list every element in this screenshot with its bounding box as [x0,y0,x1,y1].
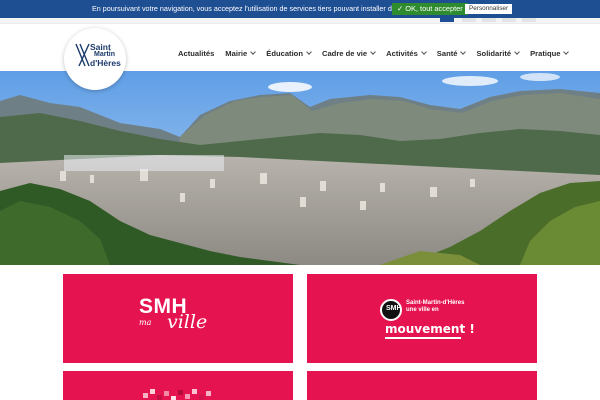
cookie-banner-text: En poursuivant votre navigation, vous ac… [92,4,426,13]
nav-item-label: Éducation [266,48,303,58]
mouvement-line-3: mouvement ! [385,322,475,336]
chevron-down-icon [563,48,570,55]
nav-item-cadre-de-vie[interactable]: Cadre de vie [321,47,376,59]
logo-text: Saint Martin d'Hères [90,42,124,68]
nav-item-solidarite[interactable]: Solidarité [476,47,520,59]
nav-item-mairie[interactable]: Mairie [225,47,257,59]
page: En poursuivant votre navigation, vous ac… [0,0,600,400]
nav-item-label: Solidarité [476,48,512,58]
nav-item-label: Mairie [225,48,248,58]
accessibility-icon[interactable] [440,18,454,22]
logo-line-3: d'Hères [90,58,121,68]
nav-item-label: Actualités [178,48,215,58]
chevron-down-icon [250,48,257,55]
cookie-banner: En poursuivant votre navigation, vous ac… [0,0,600,18]
nav-item-sante[interactable]: Santé [436,47,467,59]
smh-accent: ville [167,311,208,333]
pixel-mosaic-icon [143,389,211,400]
mouvement-line-2: une ville en [406,307,439,313]
nav-item-pratique[interactable]: Pratique [530,47,570,59]
smh-badge-icon: SMH [380,299,402,321]
tile-ville-en-mouvement[interactable]: SMH Saint-Martin-d'Hères une ville en mo… [307,274,537,363]
twitter-icon[interactable] [482,18,496,22]
tile-3[interactable] [63,371,293,400]
chevron-down-icon [514,48,520,55]
nav-item-label: Pratique [530,48,561,58]
site-logo[interactable]: Saint Martin d'Hères [64,28,126,90]
badge-text: SMH [386,305,402,312]
customize-cookies-button[interactable]: Personnaliser [465,4,513,14]
chevron-down-icon [306,48,312,55]
facebook-icon[interactable] [462,18,476,22]
chevron-down-icon [460,48,467,55]
search-icon[interactable] [522,18,536,22]
mouvement-line-1: Saint-Martin-d'Hères [406,300,465,306]
tile-smh-ma-ville[interactable]: SMH ma ville [63,274,293,363]
hero-city-panorama [0,71,600,265]
nav-item-label: Cadre de vie [321,48,368,58]
hero-image [0,71,600,265]
nav-item-education[interactable]: Éducation [266,47,312,59]
mouvement-underline [385,337,461,339]
nav-item-actualites[interactable]: Actualités [178,47,214,59]
nav-item-activites[interactable]: Activités [386,47,427,59]
content-tiles: SMH ma ville SMH Saint-Martin-d'Hères un… [0,265,600,400]
chevron-down-icon [370,48,376,55]
smh-subtitle: ma [139,318,152,327]
nav-item-label: Activités [386,48,418,58]
accept-cookies-button[interactable]: ✓ OK, tout accepter [392,3,468,15]
nav-item-label: Santé [436,48,458,58]
chevron-down-icon [420,48,427,55]
logo-line-1: Saint [90,42,111,52]
main-nav: Actualités Mairie Éducation Cadre de vie… [178,47,570,59]
tile-4[interactable] [307,371,537,400]
youtube-icon[interactable] [502,18,516,22]
